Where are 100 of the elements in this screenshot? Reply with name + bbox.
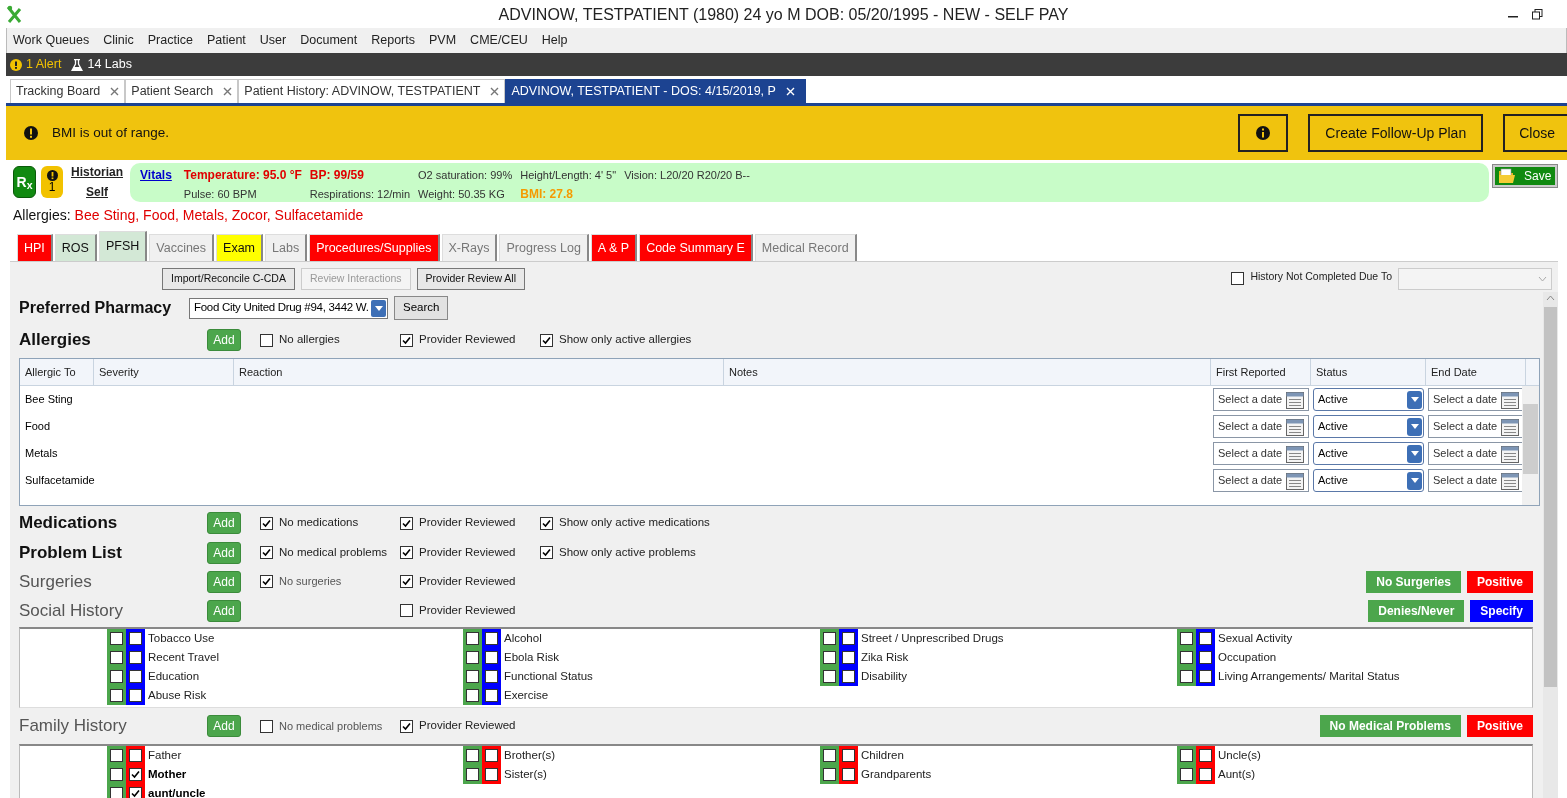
document-tab[interactable]: ADVINOW, TESTPATIENT - DOS: 4/15/2019, P [505,79,806,103]
column-header[interactable]: Reaction [234,359,724,385]
checkbox[interactable] [823,670,836,683]
checkbox[interactable] [110,651,123,664]
checkbox[interactable] [1199,632,1212,645]
section-tab[interactable]: PFSH [98,231,148,261]
menu-item[interactable]: CME/CEU [470,31,528,50]
checkbox[interactable] [400,546,413,559]
checkbox[interactable] [129,749,142,762]
checkbox[interactable] [110,768,123,781]
scrollbar[interactable] [1522,386,1539,505]
checkbox[interactable] [823,749,836,762]
section-tab[interactable]: ROS [54,234,97,261]
labs-link[interactable]: 14 Labs [87,55,132,74]
checkbox[interactable] [400,516,413,530]
section-tab[interactable]: Exam [216,234,264,261]
date-field[interactable]: Select a date [1428,469,1524,492]
checkbox[interactable] [466,689,479,702]
checkbox[interactable] [1199,749,1212,762]
checkbox[interactable] [842,651,855,664]
date-field[interactable]: Select a date [1213,469,1309,492]
checkbox[interactable] [110,749,123,762]
document-tab[interactable]: Patient History: ADVINOW, TESTPATIENT [238,79,506,103]
status-dropdown[interactable]: Active [1313,415,1424,438]
menu-item[interactable]: Reports [371,31,415,50]
section-tab[interactable]: HPI [17,234,53,261]
checkbox[interactable] [400,575,413,588]
search-button[interactable]: Search [394,296,449,320]
menu-item[interactable]: Practice [147,31,193,50]
save-button[interactable]: Save [1493,165,1557,187]
scrollbar-thumb[interactable] [1544,307,1557,687]
action-button[interactable]: Positive [1466,715,1533,737]
checkbox[interactable] [540,546,553,559]
checkbox[interactable] [466,651,479,664]
date-field[interactable]: Select a date [1428,442,1524,465]
checkbox[interactable] [400,604,413,617]
banner-button[interactable]: Close [1503,114,1567,152]
checkbox[interactable] [129,632,142,645]
scrollbar[interactable] [1543,292,1558,798]
section-tab[interactable]: Vaccines [149,234,215,261]
checkbox[interactable] [110,632,123,645]
menu-item[interactable]: Document [300,31,358,50]
checkbox[interactable] [110,787,123,798]
historian-link[interactable]: Self [86,182,108,202]
menu-item[interactable]: Help [541,31,568,50]
checkbox[interactable] [842,768,855,781]
checkbox[interactable] [485,749,498,762]
section-tab[interactable]: Labs [265,234,308,261]
date-field[interactable]: Select a date [1428,388,1524,411]
banner-button[interactable]: Create Follow-Up Plan [1308,114,1484,152]
menu-item[interactable]: User [259,31,287,50]
date-field[interactable]: Select a date [1213,415,1309,438]
column-header[interactable]: Status [1311,359,1426,385]
checkbox[interactable] [1199,651,1212,664]
column-header[interactable]: First Reported [1211,359,1311,385]
checkbox[interactable] [1180,749,1193,762]
checkbox[interactable] [485,689,498,702]
checkbox[interactable] [1180,651,1193,664]
checkbox[interactable] [842,632,855,645]
column-header[interactable]: Notes [724,359,1211,385]
checkbox[interactable] [485,670,498,683]
checkbox[interactable] [1199,670,1212,683]
column-header[interactable]: Allergic To [20,359,94,385]
checkbox[interactable] [1180,670,1193,683]
menu-item[interactable]: Patient [206,31,246,50]
checkbox[interactable] [540,516,553,530]
checkbox[interactable] [260,719,273,733]
scrollbar-thumb[interactable] [1523,404,1538,474]
checkbox[interactable] [485,768,498,781]
document-tab[interactable]: Tracking Board [10,79,126,103]
status-dropdown[interactable]: Active [1313,388,1424,411]
checkbox[interactable] [540,333,553,347]
column-header[interactable]: End Date [1426,359,1526,385]
checkbox[interactable] [1180,768,1193,781]
status-dropdown[interactable]: Active [1313,469,1424,492]
checkbox[interactable] [260,516,273,530]
checkbox[interactable] [466,749,479,762]
checkbox[interactable] [1199,768,1212,781]
vitals-link[interactable]: Vitals [140,165,172,185]
document-tab[interactable]: Patient Search [125,79,239,103]
checkbox[interactable] [260,333,273,347]
menu-item[interactable]: Work Queues [13,31,90,50]
section-tab[interactable]: Medical Record [754,234,857,261]
date-field[interactable]: Select a date [1213,388,1309,411]
checkbox[interactable] [823,768,836,781]
section-tab[interactable]: Progress Log [499,234,589,261]
checkbox[interactable] [400,333,413,347]
section-tab[interactable]: A & P [590,234,638,261]
section-tab[interactable]: Procedures/Supplies [309,234,440,261]
checkbox[interactable] [466,768,479,781]
alert-link[interactable]: 1 Alert [26,55,62,74]
checkbox[interactable] [110,670,123,683]
checkbox[interactable] [400,719,413,733]
checkbox[interactable] [823,651,836,664]
checkbox[interactable] [260,575,273,588]
status-dropdown[interactable]: Active [1313,442,1424,465]
menu-item[interactable]: Clinic [103,31,134,50]
checkbox[interactable] [129,768,142,781]
date-field[interactable]: Select a date [1213,442,1309,465]
checkbox[interactable] [485,651,498,664]
